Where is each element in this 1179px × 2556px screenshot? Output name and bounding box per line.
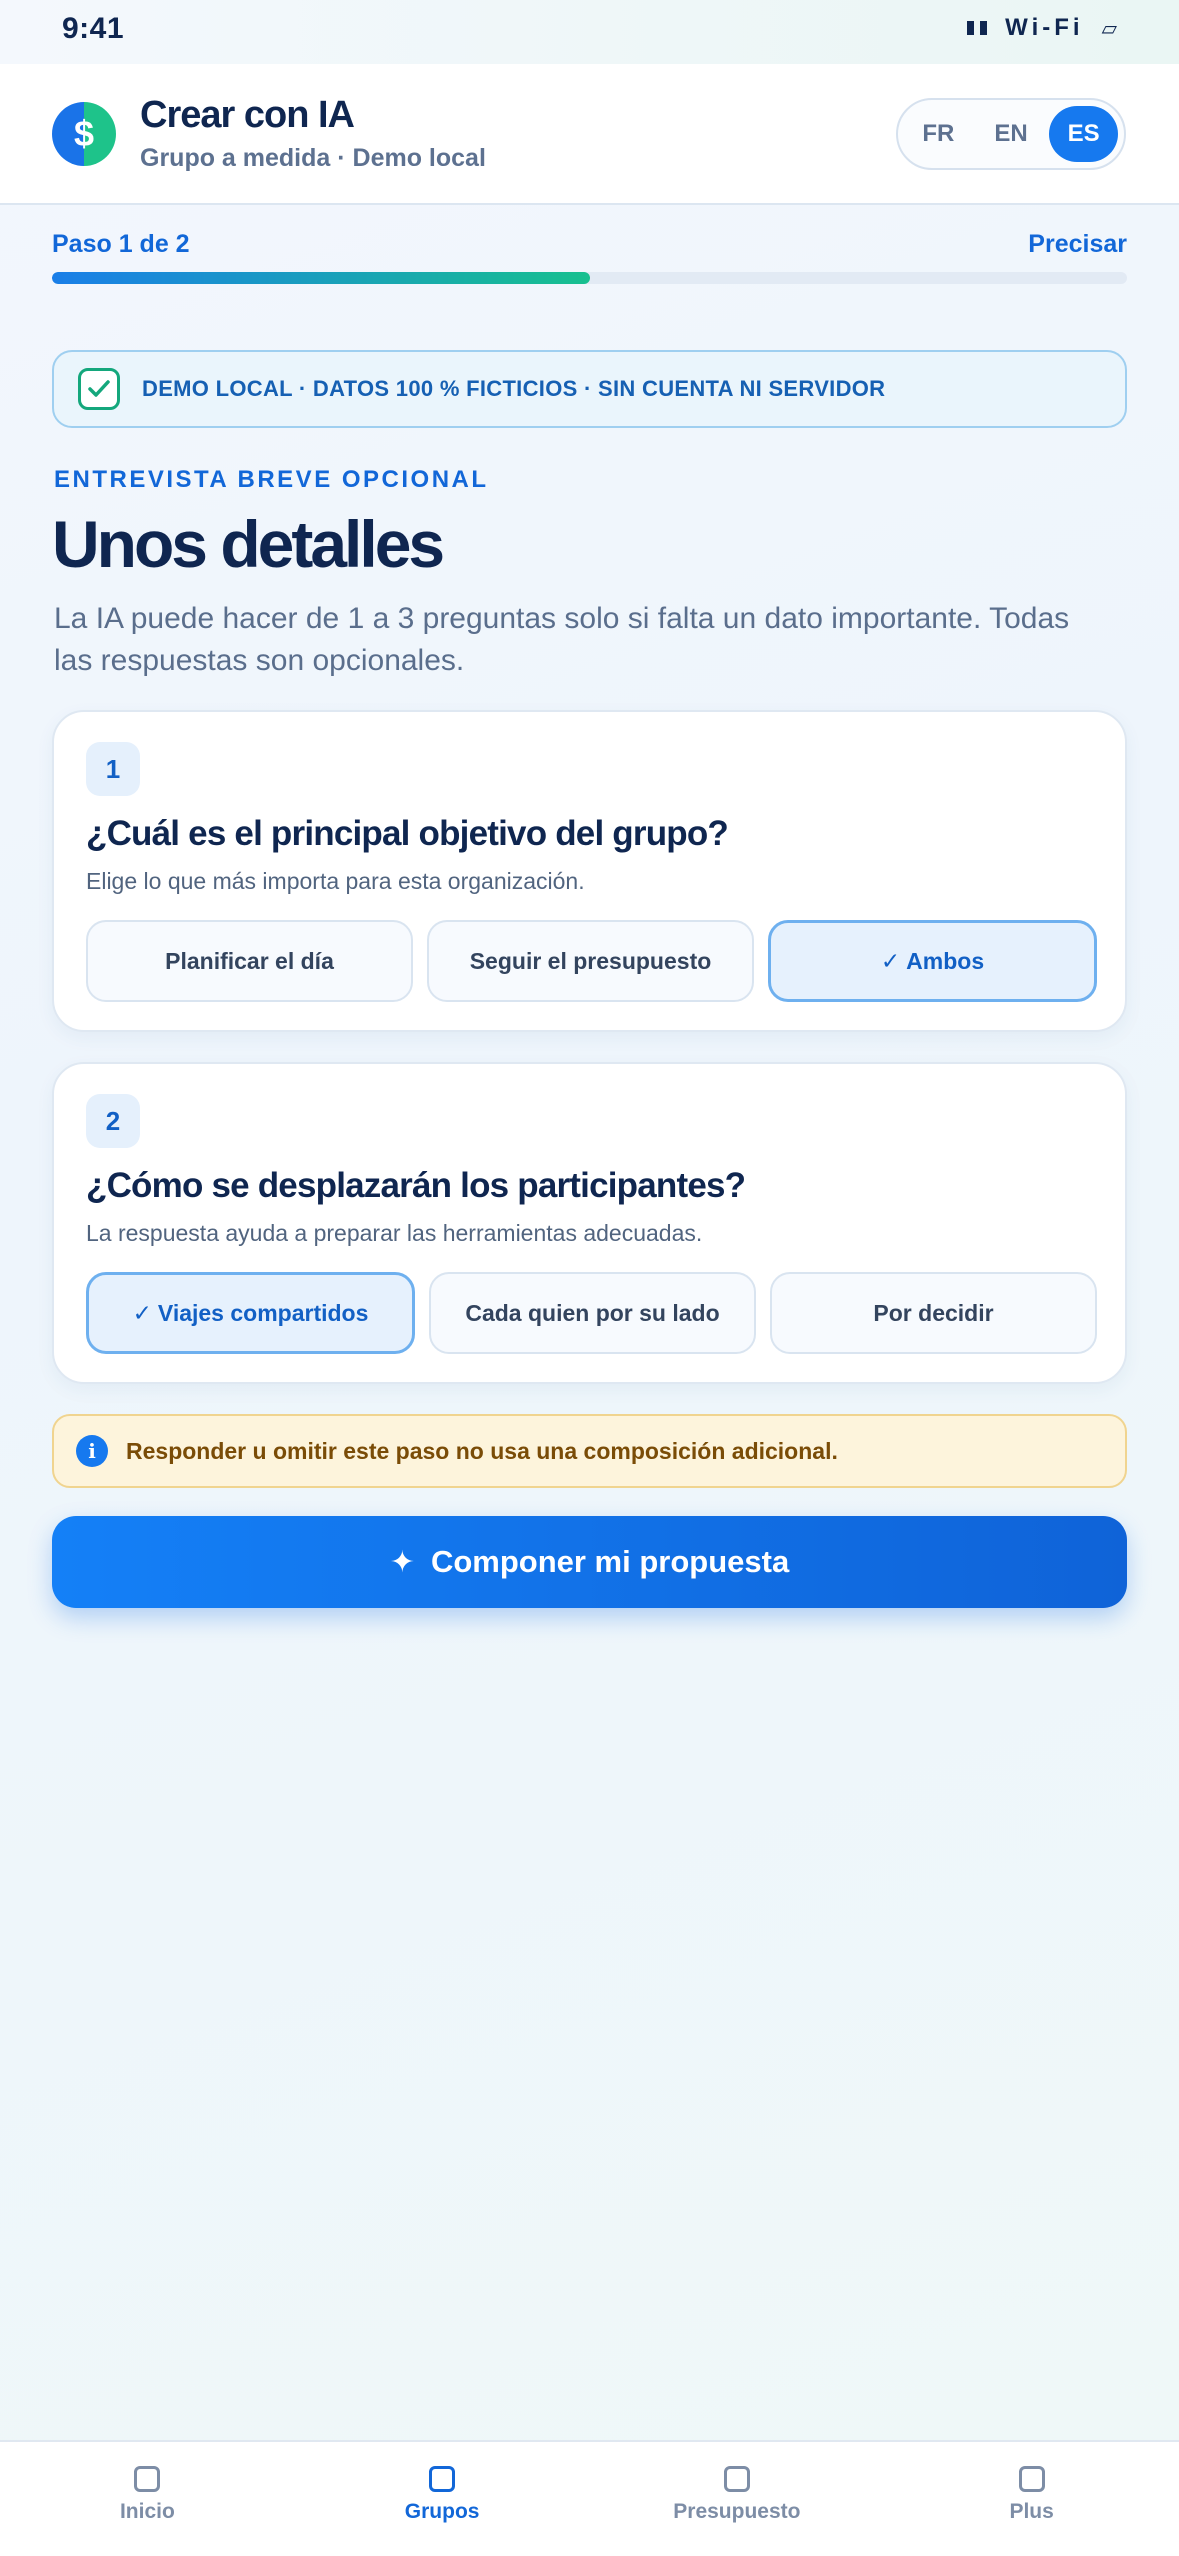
app-title: Crear con IA: [140, 94, 355, 136]
question-number: 1: [86, 742, 140, 796]
option-shared-rides[interactable]: ✓ Viajes compartidos: [86, 1272, 415, 1354]
nav-item-plus[interactable]: Plus: [884, 2442, 1179, 2556]
demo-banner: DEMO LOCAL · DATOS 100 % FICTICIOS · SIN…: [52, 350, 1127, 428]
check-square-icon: [78, 368, 120, 410]
nav-label: Grupos: [404, 2500, 480, 2523]
question-card-2: 2 ¿Cómo se desplazarán los participantes…: [52, 1062, 1127, 1384]
nav-label: Plus: [1009, 2500, 1054, 2523]
step-indicator: Paso 1 de 2: [52, 230, 190, 258]
question-options: ✓ Viajes compartidos Cada quien por su la…: [86, 1272, 1097, 1354]
question-help: La respuesta ayuda a preparar las herram…: [86, 1220, 703, 1246]
home-icon: [134, 2466, 161, 2492]
question-number: 2: [86, 1094, 140, 1148]
demo-banner-text: DEMO LOCAL · DATOS 100 % FICTICIOS · SIN…: [142, 376, 886, 401]
app-header: $ Crear con IA Grupo a medida · Demo loc…: [0, 64, 1179, 205]
battery-icon: ▱: [1101, 17, 1117, 40]
language-en-button[interactable]: EN: [977, 106, 1046, 162]
option-label: Seguir el presupuesto: [469, 947, 712, 974]
language-es-button[interactable]: ES: [1049, 106, 1119, 162]
question-title: ¿Cuál es el principal objetivo del grupo…: [86, 814, 729, 853]
signal-icon: [967, 21, 988, 35]
progress-fill: [52, 272, 590, 284]
progress-bar: [52, 272, 1127, 284]
groups-icon: [429, 2466, 456, 2492]
compose-proposal-label: Componer mi propuesta: [430, 1544, 790, 1579]
wifi-label: Wi-Fi: [1005, 14, 1084, 41]
question-help: Elige lo que más importa para esta organ…: [86, 868, 585, 894]
section-eyebrow: ENTREVISTA BREVE OPCIONAL: [54, 466, 489, 493]
bottom-navigation: Inicio Grupos Presupuesto Plus: [0, 2440, 1179, 2556]
nav-item-grupos[interactable]: Grupos: [295, 2442, 590, 2556]
info-text: Responder u omitir este paso no usa una …: [126, 1437, 838, 1464]
compose-proposal-button[interactable]: ✦ Componer mi propuesta: [52, 1516, 1127, 1608]
page-description: La IA puede hacer de 1 a 3 preguntas sol…: [54, 602, 1070, 677]
question-card-1: 1 ¿Cuál es el principal objetivo del gru…: [52, 710, 1127, 1032]
option-each-own[interactable]: Cada quien por su lado: [429, 1272, 756, 1354]
nav-item-presupuesto[interactable]: Presupuesto: [590, 2442, 885, 2556]
question-options: Planificar el día Seguir el presupuesto …: [86, 920, 1097, 1002]
option-both[interactable]: ✓ Ambos: [768, 920, 1097, 1002]
option-plan-day[interactable]: Planificar el día: [86, 920, 413, 1002]
refine-link[interactable]: Precisar: [1028, 230, 1127, 259]
page-title: Unos detalles: [52, 507, 445, 581]
checkmark-icon: ✓: [880, 947, 901, 974]
option-label: Ambos: [906, 947, 985, 974]
plus-icon: [1018, 2466, 1045, 2492]
nav-label: Inicio: [119, 2500, 175, 2523]
language-switcher: FR EN ES: [896, 98, 1126, 170]
sparkle-icon: ✦: [389, 1545, 415, 1579]
option-label: Cada quien por su lado: [465, 1299, 720, 1326]
info-notice: i Responder u omitir este paso no usa un…: [52, 1414, 1127, 1488]
status-indicators: Wi-Fi ▱: [967, 14, 1117, 42]
nav-label: Presupuesto: [673, 2500, 801, 2523]
option-track-budget[interactable]: Seguir el presupuesto: [427, 920, 754, 1002]
info-icon: i: [76, 1435, 108, 1467]
option-label: Planificar el día: [165, 947, 334, 974]
budget-icon: [723, 2466, 750, 2492]
language-fr-button[interactable]: FR: [904, 106, 973, 162]
question-title: ¿Cómo se desplazarán los participantes?: [86, 1166, 746, 1205]
app-subtitle: Grupo a medida · Demo local: [140, 144, 486, 172]
option-label: Viajes compartidos: [157, 1299, 369, 1326]
option-label: Por decidir: [873, 1299, 994, 1326]
status-time: 9:41: [62, 12, 125, 45]
nav-item-inicio[interactable]: Inicio: [0, 2442, 295, 2556]
app-logo-icon: $: [52, 102, 116, 166]
checkmark-icon: ✓: [132, 1299, 152, 1326]
option-undecided[interactable]: Por decidir: [770, 1272, 1097, 1354]
